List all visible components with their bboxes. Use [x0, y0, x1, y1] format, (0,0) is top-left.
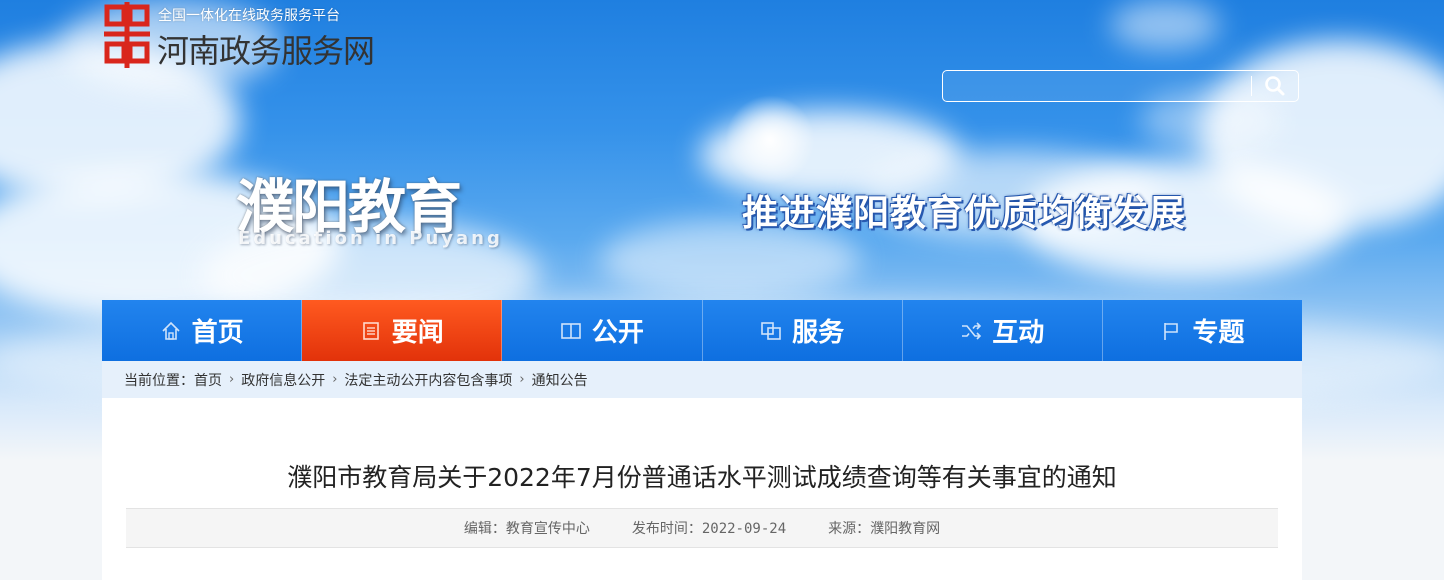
service-icon [761, 321, 781, 340]
editor-value: 教育宣传中心 [505, 521, 590, 537]
search-box [942, 70, 1299, 102]
main-nav: 首页 要闻 公开 服务 互动 专题 [102, 300, 1302, 361]
article-title: 濮阳市教育局关于2022年7月份普通话水平测试成绩查询等有关事宜的通知 [287, 463, 1117, 492]
date-value: 2022-09-24 [701, 521, 787, 537]
shuffle-icon [962, 321, 982, 340]
article-meta: 编辑：教育宣传中心 发布时间：2022-09-24 来源：濮阳教育网 [126, 508, 1278, 548]
site-subtitle: Education in Puyang [238, 228, 503, 249]
breadcrumb-link-statutory[interactable]: 法定主动公开内容包含事项 [344, 370, 512, 390]
nav-item-open[interactable]: 公开 [502, 300, 703, 361]
nav-label: 互动 [992, 318, 1045, 348]
search-divider [1251, 76, 1252, 96]
portal-name[interactable]: 河南政务服务网 [157, 26, 375, 72]
breadcrumb-link-gov-info[interactable]: 政府信息公开 [241, 370, 325, 390]
chevron-right-icon: › [332, 372, 338, 387]
chevron-right-icon: › [519, 372, 525, 387]
sun-glow [725, 95, 815, 185]
chevron-right-icon: › [229, 372, 235, 387]
source-value: 濮阳教育网 [870, 521, 941, 537]
breadcrumb: 当前位置： 首页 › 政府信息公开 › 法定主动公开内容包含事项 › 通知公告 [102, 361, 1302, 398]
breadcrumb-prefix: 当前位置： [124, 372, 194, 389]
home-icon [162, 321, 180, 340]
meta-date: 发布时间：2022-09-24 [632, 518, 786, 538]
meta-editor: 编辑：教育宣传中心 [464, 518, 590, 538]
source-label: 来源： [828, 521, 871, 537]
nav-item-topics[interactable]: 专题 [1103, 300, 1302, 361]
nav-item-home[interactable]: 首页 [102, 300, 303, 361]
platform-name[interactable]: 全国一体化在线政务服务平台 [158, 5, 340, 25]
nav-label: 服务 [792, 318, 845, 348]
meta-source: 来源：濮阳教育网 [828, 518, 940, 538]
nav-item-service[interactable]: 服务 [703, 300, 903, 361]
search-icon[interactable] [1261, 74, 1289, 98]
nav-label: 公开 [591, 318, 644, 348]
search-input[interactable] [949, 75, 1243, 99]
open-book-icon [561, 322, 581, 339]
date-label: 发布时间： [631, 521, 702, 537]
breadcrumb-link-home[interactable]: 首页 [194, 370, 222, 390]
nav-item-interact[interactable]: 互动 [903, 300, 1103, 361]
breadcrumb-link-notices[interactable]: 通知公告 [532, 370, 588, 390]
editor-label: 编辑： [463, 521, 506, 537]
henan-gov-logo-icon[interactable] [104, 2, 150, 68]
nav-label: 首页 [191, 318, 244, 348]
nav-label: 要闻 [391, 318, 444, 348]
flag-icon [1164, 322, 1179, 340]
slogan: 推进濮阳教育优质均衡发展 [742, 192, 1187, 234]
nav-item-news[interactable]: 要闻 [302, 300, 503, 361]
nav-label: 专题 [1192, 318, 1245, 348]
article-panel: 濮阳市教育局关于2022年7月份普通话水平测试成绩查询等有关事宜的通知 编辑：教… [102, 398, 1302, 580]
news-list-icon [362, 321, 379, 340]
